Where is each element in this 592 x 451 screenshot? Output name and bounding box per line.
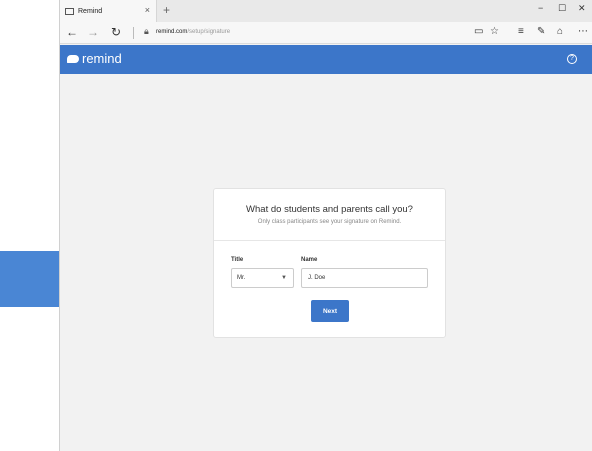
more-icon[interactable]: ⋯	[578, 26, 588, 37]
page-icon	[65, 7, 74, 15]
reading-view-icon[interactable]: ▭	[474, 26, 483, 37]
close-tab-icon[interactable]: ×	[145, 5, 150, 15]
hub-icon[interactable]: ≡	[518, 26, 524, 37]
card-title: What do students and parents call you?	[246, 204, 413, 215]
title-select-value: Mr.	[237, 275, 246, 281]
address-bar-row: ← → ↻ 🔒︎ remind.com/setup/signature ▭ ☆ …	[60, 22, 592, 44]
tab-title: Remind	[78, 7, 103, 15]
next-button[interactable]: Next	[311, 300, 349, 322]
separator	[133, 27, 134, 39]
favorite-star-icon[interactable]: ☆	[490, 26, 499, 37]
browser-tab[interactable]: Remind ×	[60, 0, 157, 22]
url-domain: remind.com	[156, 29, 188, 35]
signature-card: What do students and parents call you? O…	[213, 188, 446, 338]
forward-arrow-icon[interactable]: →	[87, 25, 99, 39]
minimize-button[interactable]: −	[538, 3, 543, 13]
address-field[interactable]: remind.com/setup/signature	[156, 29, 230, 35]
lock-icon: 🔒︎	[144, 26, 149, 36]
close-window-button[interactable]: ✕	[578, 3, 586, 14]
web-note-icon[interactable]: ✎	[537, 26, 545, 37]
logo-text: remind	[82, 51, 122, 66]
title-label: Title	[231, 257, 244, 263]
refresh-icon[interactable]: ↻	[111, 25, 121, 39]
new-tab-button[interactable]: +	[163, 3, 170, 17]
card-header: What do students and parents call you? O…	[214, 189, 445, 241]
browser-window: Remind × + − ☐ ✕ ← → ↻ 🔒︎ remind.com/set…	[59, 0, 592, 451]
share-icon[interactable]: ⌂	[557, 26, 563, 37]
dropdown-caret-icon: ▼	[281, 275, 287, 281]
back-arrow-icon[interactable]: ←	[66, 25, 78, 39]
logo-bubble-icon	[67, 54, 79, 63]
maximize-button[interactable]: ☐	[558, 3, 566, 14]
name-input[interactable]: J. Doe	[301, 268, 428, 288]
app-header: remind ?	[60, 45, 592, 74]
url-path: /setup/signature	[187, 29, 231, 35]
help-icon[interactable]: ?	[567, 54, 577, 64]
remind-logo[interactable]: remind	[67, 51, 122, 66]
page-content: What do students and parents call you? O…	[60, 74, 592, 451]
card-subtitle: Only class participants see your signatu…	[257, 219, 402, 225]
name-label: Name	[301, 257, 318, 263]
tab-strip: Remind × + − ☐ ✕	[60, 0, 592, 22]
title-select[interactable]: Mr. ▼	[231, 268, 294, 288]
